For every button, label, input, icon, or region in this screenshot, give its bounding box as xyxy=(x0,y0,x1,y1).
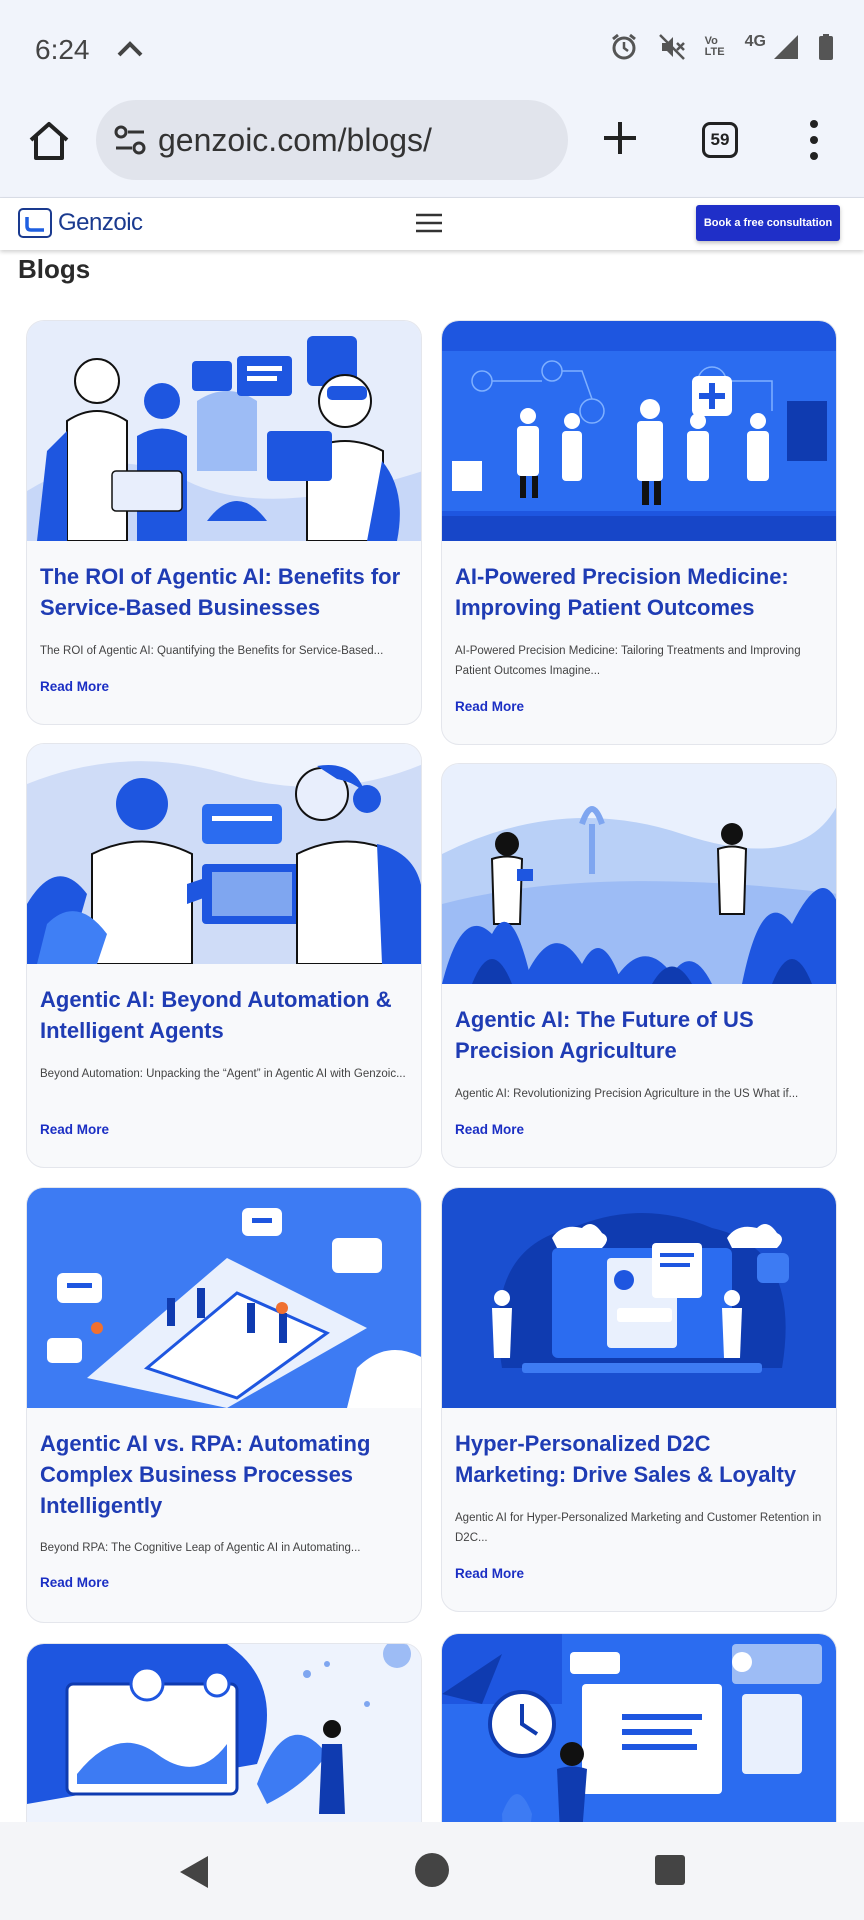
site-settings-icon[interactable] xyxy=(112,122,148,158)
blog-card[interactable] xyxy=(26,1643,422,1822)
site-header: Genzoic Book a free consultation xyxy=(0,198,864,250)
agriculture-illustration xyxy=(442,764,836,984)
blog-card[interactable]: AI-Powered Precision Medicine: Improving… xyxy=(441,320,837,745)
browser-toolbar: genzoic.com/blogs/ 59 xyxy=(0,100,864,198)
card-illustration[interactable] xyxy=(442,1188,836,1408)
blog-card[interactable]: Hyper-Personalized D2C Marketing: Drive … xyxy=(441,1187,837,1612)
card-excerpt: AI-Powered Precision Medicine: Tailoring… xyxy=(455,645,801,677)
address-bar[interactable]: genzoic.com/blogs/ xyxy=(96,100,568,180)
card-illustration[interactable] xyxy=(442,764,836,984)
blog-card[interactable]: The ROI of Agentic AI: Benefits for Serv… xyxy=(26,320,422,725)
book-consultation-button[interactable]: Book a free consultation xyxy=(696,205,840,241)
muted-icon xyxy=(658,34,685,60)
card-excerpt: Beyond RPA: The Cognitive Leap of Agenti… xyxy=(40,1542,361,1554)
page-title: Blogs xyxy=(18,254,91,284)
scheduling-illustration xyxy=(442,1634,836,1822)
card-excerpt: Beyond Automation: Unpacking the “Agent”… xyxy=(40,1068,406,1080)
url-text[interactable]: genzoic.com/blogs/ xyxy=(158,122,432,159)
card-title[interactable]: Agentic AI: The Future of US Precision A… xyxy=(455,1004,825,1066)
status-icons: Vo LTE 4G xyxy=(609,32,834,62)
card-illustration[interactable] xyxy=(27,321,421,541)
analytics-laptop-illustration xyxy=(27,1644,421,1822)
blog-card[interactable]: Agentic AI: Beyond Automation & Intellig… xyxy=(26,743,422,1168)
blog-card[interactable] xyxy=(441,1633,837,1822)
tab-switcher-button[interactable]: 59 xyxy=(702,122,738,158)
status-time: 6:24 xyxy=(35,34,90,65)
card-title[interactable]: Agentic AI: Beyond Automation & Intellig… xyxy=(40,984,410,1046)
medical-team-illustration xyxy=(442,321,836,541)
card-title[interactable]: Hyper-Personalized D2C Marketing: Drive … xyxy=(455,1428,825,1490)
card-excerpt: Agentic AI for Hyper-Personalized Market… xyxy=(455,1512,822,1544)
back-button[interactable] xyxy=(176,1852,212,1892)
status-bar: 6:24 Vo LTE 4G xyxy=(0,0,864,100)
team-laptops-illustration xyxy=(27,321,421,541)
system-nav-bar xyxy=(0,1822,864,1920)
card-illustration[interactable] xyxy=(442,321,836,541)
home-nav-button[interactable] xyxy=(414,1852,450,1888)
network-label: 4G xyxy=(744,33,766,50)
card-excerpt: Agentic AI: Revolutionizing Precision Ag… xyxy=(455,1088,799,1100)
home-button[interactable] xyxy=(26,118,72,164)
chevron-up-icon xyxy=(117,41,143,57)
conversation-illustration xyxy=(27,744,421,964)
card-illustration[interactable] xyxy=(442,1634,836,1822)
read-more-link[interactable]: Read More xyxy=(40,1575,109,1590)
blog-card[interactable]: Agentic AI vs. RPA: Automating Complex B… xyxy=(26,1187,422,1623)
card-title[interactable]: Agentic AI vs. RPA: Automating Complex B… xyxy=(40,1428,410,1521)
automation-platform-illustration xyxy=(27,1188,421,1408)
read-more-link[interactable]: Read More xyxy=(455,1122,524,1137)
card-illustration[interactable] xyxy=(27,744,421,964)
card-illustration[interactable] xyxy=(27,1644,421,1822)
read-more-link[interactable]: Read More xyxy=(40,679,109,694)
read-more-link[interactable]: Read More xyxy=(40,1122,109,1137)
card-illustration[interactable] xyxy=(27,1188,421,1408)
battery-icon xyxy=(819,34,833,60)
blog-card[interactable]: Agentic AI: The Future of US Precision A… xyxy=(441,763,837,1168)
card-title[interactable]: The ROI of Agentic AI: Benefits for Serv… xyxy=(40,561,410,623)
logo-text: Genzoic xyxy=(58,209,143,236)
signal-4g-icon xyxy=(774,35,798,59)
recents-button[interactable] xyxy=(654,1854,686,1886)
site-logo[interactable]: Genzoic xyxy=(18,208,143,238)
read-more-link[interactable]: Read More xyxy=(455,1566,524,1581)
alarm-icon xyxy=(611,33,636,60)
blog-page: Blogs The ROI of Agentic AI: Benefits fo… xyxy=(0,250,864,1822)
new-tab-button[interactable] xyxy=(600,118,640,158)
read-more-link[interactable]: Read More xyxy=(455,699,524,714)
card-title[interactable]: AI-Powered Precision Medicine: Improving… xyxy=(455,561,825,623)
cloud-marketing-illustration xyxy=(442,1188,836,1408)
more-menu-icon[interactable] xyxy=(806,118,822,162)
card-excerpt: The ROI of Agentic AI: Quantifying the B… xyxy=(40,645,384,657)
hamburger-menu-icon[interactable] xyxy=(414,212,444,234)
volte-icon: Vo LTE xyxy=(704,35,725,58)
genzoic-logo-icon xyxy=(18,208,52,238)
